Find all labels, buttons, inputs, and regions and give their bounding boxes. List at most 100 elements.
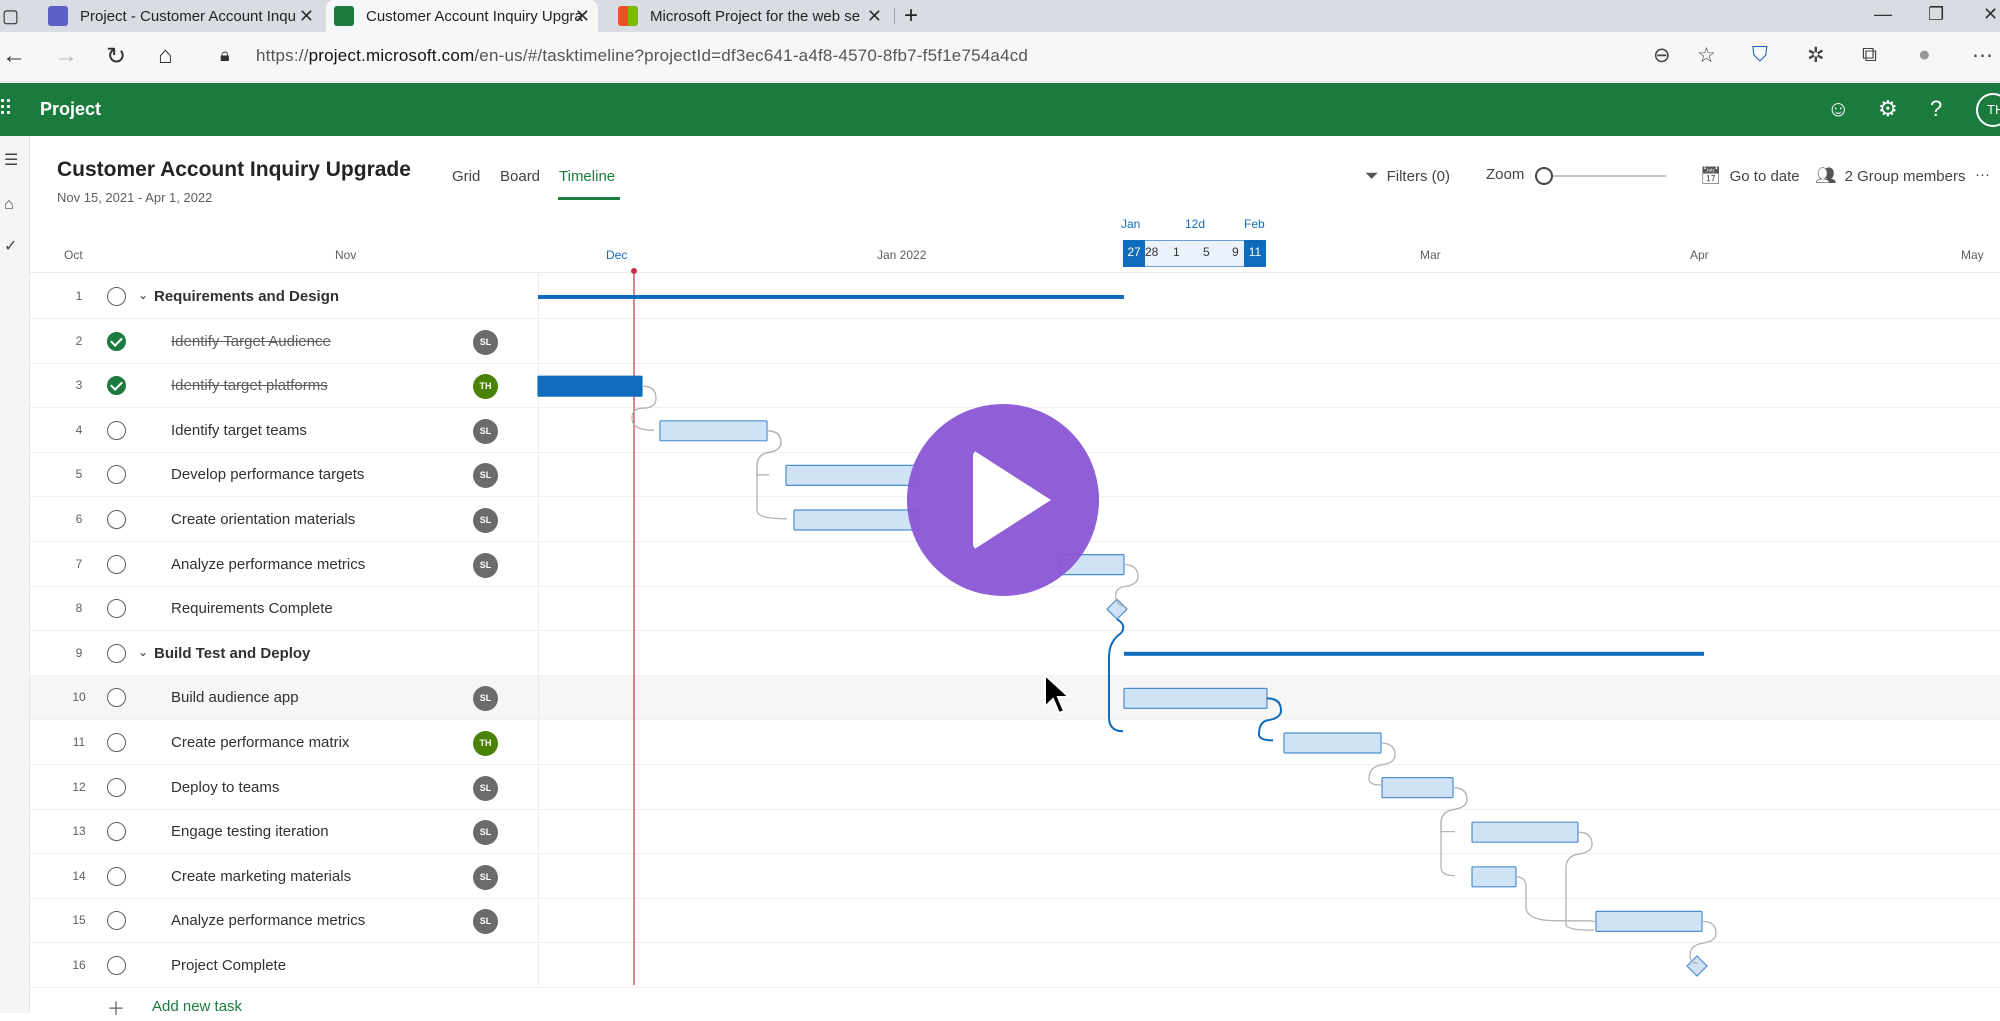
summary-task-row[interactable]: 1 ⌄ Requirements and Design bbox=[30, 275, 2000, 319]
assignee-avatar[interactable]: SL bbox=[473, 552, 498, 578]
home-nav-icon[interactable]: ⌂ bbox=[4, 196, 14, 214]
gear-icon[interactable]: ⚙ bbox=[1878, 96, 1898, 122]
task-checkbox[interactable] bbox=[107, 956, 126, 975]
assignee-avatar[interactable]: SL bbox=[473, 864, 498, 890]
task-name[interactable]: Build Test and Deploy bbox=[154, 645, 310, 662]
task-checkbox[interactable] bbox=[107, 554, 126, 574]
task-checkbox[interactable] bbox=[107, 866, 126, 886]
filters-button[interactable]: ⏷ Filters (0) bbox=[1365, 166, 1450, 186]
home-icon[interactable]: ⌂ bbox=[158, 42, 173, 70]
task-checkbox[interactable] bbox=[107, 911, 126, 931]
tab-board[interactable]: Board bbox=[500, 168, 540, 185]
task-name[interactable]: Engage testing iteration bbox=[171, 823, 329, 840]
task-name[interactable]: Project Complete bbox=[171, 957, 286, 974]
task-checkbox[interactable] bbox=[107, 822, 126, 842]
assignee-avatar[interactable]: SL bbox=[473, 463, 498, 489]
group-members-button[interactable]: 👥︎ 2 Group members bbox=[1815, 166, 1965, 186]
add-new-task-button[interactable]: ＋ Add new task bbox=[107, 998, 242, 1019]
task-row[interactable]: 15 Analyze performance metrics SL bbox=[30, 899, 2000, 944]
task-checkbox[interactable] bbox=[107, 777, 126, 797]
feedback-icon[interactable]: ☺ bbox=[1827, 96, 1849, 122]
task-name[interactable]: Develop performance targets bbox=[171, 466, 364, 483]
task-name[interactable]: Build audience app bbox=[171, 689, 299, 706]
assignee-avatar[interactable]: SL bbox=[473, 686, 498, 712]
task-row[interactable]: 10 Build audience app SL bbox=[30, 676, 2000, 721]
task-name[interactable]: Identify Target Audience bbox=[171, 333, 331, 350]
favorite-icon[interactable]: ☆ bbox=[1697, 43, 1716, 68]
user-avatar[interactable]: TH bbox=[1976, 93, 2000, 127]
bitwarden-icon[interactable]: ⛉ bbox=[1752, 43, 1768, 67]
task-row[interactable]: 3 Identify target platforms TH bbox=[30, 364, 2000, 409]
task-name[interactable]: Identify target platforms bbox=[171, 377, 328, 394]
close-tab-icon[interactable]: ✕ bbox=[867, 6, 882, 27]
task-row[interactable]: 16 Project Complete bbox=[30, 944, 2000, 988]
assignee-avatar[interactable]: SL bbox=[473, 329, 498, 355]
browser-tab[interactable]: Project - Customer Account Inqu ✕ bbox=[48, 0, 314, 32]
tab-timeline[interactable]: Timeline bbox=[559, 168, 615, 185]
close-window-icon[interactable]: ✕ bbox=[1983, 4, 1998, 25]
refresh-icon[interactable]: ↻ bbox=[106, 42, 126, 71]
assignee-avatar[interactable]: SL bbox=[473, 909, 498, 935]
tasks-nav-icon[interactable]: ✓ bbox=[4, 236, 17, 256]
task-checkbox[interactable] bbox=[107, 510, 126, 529]
summary-task-row[interactable]: 9 ⌄ Build Test and Deploy bbox=[30, 632, 2000, 676]
task-name[interactable]: Requirements and Design bbox=[154, 288, 339, 305]
task-name[interactable]: Create performance matrix bbox=[171, 734, 349, 751]
close-tab-icon[interactable]: ✕ bbox=[299, 6, 314, 27]
task-checkbox[interactable] bbox=[107, 420, 126, 440]
browser-tab[interactable]: Microsoft Project for the web se ✕ bbox=[618, 0, 882, 32]
restore-icon[interactable]: ❐ bbox=[1928, 4, 1944, 25]
go-to-date-button[interactable]: 📅︎ Go to date bbox=[1700, 166, 1800, 186]
zoom-slider-track[interactable] bbox=[1546, 175, 1666, 177]
task-checkbox[interactable] bbox=[107, 465, 126, 485]
task-checkbox[interactable] bbox=[107, 733, 126, 752]
task-complete-checkbox[interactable] bbox=[107, 331, 126, 351]
task-name[interactable]: Create orientation materials bbox=[171, 511, 355, 528]
task-name[interactable]: Analyze performance metrics bbox=[171, 556, 365, 573]
task-name[interactable]: Analyze performance metrics bbox=[171, 912, 365, 929]
task-checkbox[interactable] bbox=[107, 287, 126, 306]
range-end-handle[interactable]: 11 bbox=[1244, 240, 1266, 267]
assignee-avatar[interactable]: SL bbox=[473, 418, 498, 444]
play-video-button[interactable] bbox=[907, 404, 1099, 596]
assignee-avatar[interactable]: SL bbox=[473, 820, 498, 846]
assignee-avatar[interactable]: SL bbox=[473, 508, 498, 533]
tab-grid[interactable]: Grid bbox=[452, 168, 480, 185]
range-start-handle[interactable]: 27 bbox=[1123, 240, 1145, 267]
hamburger-menu-icon[interactable]: ☰ bbox=[4, 150, 18, 170]
more-options-button[interactable]: ··· bbox=[1975, 166, 1990, 183]
lock-icon[interactable]: 🔒︎ bbox=[220, 45, 230, 66]
close-tab-icon[interactable]: ✕ bbox=[575, 6, 590, 27]
task-row[interactable]: 13 Engage testing iteration SL bbox=[30, 810, 2000, 855]
forward-icon[interactable]: → bbox=[54, 42, 78, 70]
task-name[interactable]: Deploy to teams bbox=[171, 779, 279, 796]
profile-icon[interactable]: ● bbox=[1918, 43, 1931, 67]
assignee-avatar[interactable]: TH bbox=[473, 374, 498, 400]
task-name[interactable]: Identify target teams bbox=[171, 422, 307, 439]
task-row[interactable]: 2 Identify Target Audience SL bbox=[30, 320, 2000, 364]
task-checkbox[interactable] bbox=[107, 643, 126, 663]
assignee-avatar[interactable]: TH bbox=[473, 731, 498, 756]
task-name[interactable]: Create marketing materials bbox=[171, 868, 351, 885]
collapse-chevron-icon[interactable]: ⌄ bbox=[138, 288, 148, 302]
task-complete-checkbox[interactable] bbox=[107, 376, 126, 396]
help-icon[interactable]: ? bbox=[1930, 96, 1942, 122]
tab-actions-icon[interactable]: ▢ bbox=[0, 0, 19, 32]
zoom-slider-thumb[interactable] bbox=[1535, 167, 1553, 185]
new-tab-button[interactable]: + bbox=[904, 0, 918, 32]
minimize-icon[interactable]: — bbox=[1874, 4, 1892, 25]
app-launcher-icon[interactable] bbox=[1, 99, 15, 119]
browser-tab-active[interactable]: Customer Account Inquiry Upgra ✕ bbox=[326, 0, 598, 32]
back-icon[interactable]: ← bbox=[2, 42, 26, 70]
zoom-out-icon[interactable]: ⊖ bbox=[1653, 43, 1671, 68]
extensions-icon[interactable]: ✲ bbox=[1807, 43, 1825, 68]
assignee-avatar[interactable]: SL bbox=[473, 775, 498, 801]
settings-more-icon[interactable]: ⋯ bbox=[1972, 43, 1993, 68]
app-name[interactable]: Project bbox=[40, 99, 101, 120]
task-name[interactable]: Requirements Complete bbox=[171, 600, 333, 617]
url-field[interactable]: https://project.microsoft.com/en-us/#/ta… bbox=[256, 46, 1028, 66]
task-checkbox[interactable] bbox=[107, 688, 126, 708]
task-row[interactable]: 12 Deploy to teams SL bbox=[30, 766, 2000, 810]
collapse-chevron-icon[interactable]: ⌄ bbox=[138, 645, 148, 659]
task-row[interactable]: 14 Create marketing materials SL bbox=[30, 855, 2000, 899]
